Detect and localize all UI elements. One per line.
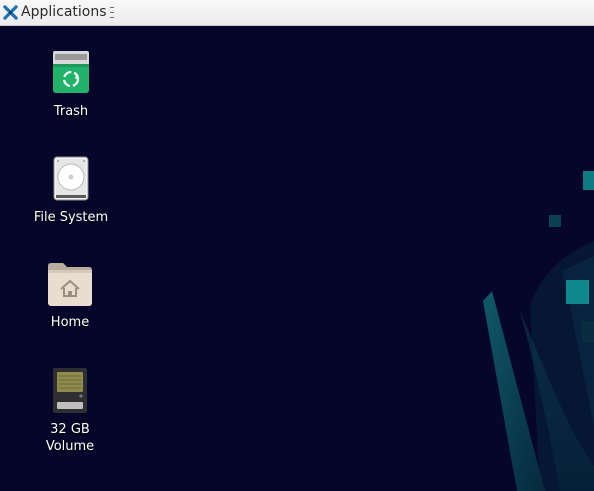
trash-icon: [53, 51, 89, 93]
xfce-logo-icon: [3, 5, 18, 20]
memory-card-icon: [53, 368, 87, 413]
home-folder-icon: [48, 263, 92, 306]
desktop-icon-trash[interactable]: Trash: [21, 51, 121, 120]
applications-menu-label: Applications: [21, 4, 107, 20]
top-panel: Applications: [0, 0, 594, 26]
desktop-icon-label: Trash: [53, 104, 89, 119]
applications-menu-button[interactable]: Applications: [0, 0, 116, 25]
hard-drive-icon: [53, 156, 89, 201]
desktop-icon-label: File System: [33, 210, 109, 225]
desktop-icon-file-system[interactable]: File System: [21, 156, 121, 226]
desktop-icon-32gb-volume[interactable]: 32 GB Volume: [20, 368, 120, 455]
desktop[interactable]: Trash File System Home 32 GB Volume: [0, 26, 594, 491]
panel-grip-handle[interactable]: [109, 7, 114, 18]
desktop-icon-label: 32 GB Volume: [45, 422, 95, 454]
desktop-icon-label: Home: [50, 315, 90, 330]
desktop-icon-home[interactable]: Home: [20, 262, 120, 331]
